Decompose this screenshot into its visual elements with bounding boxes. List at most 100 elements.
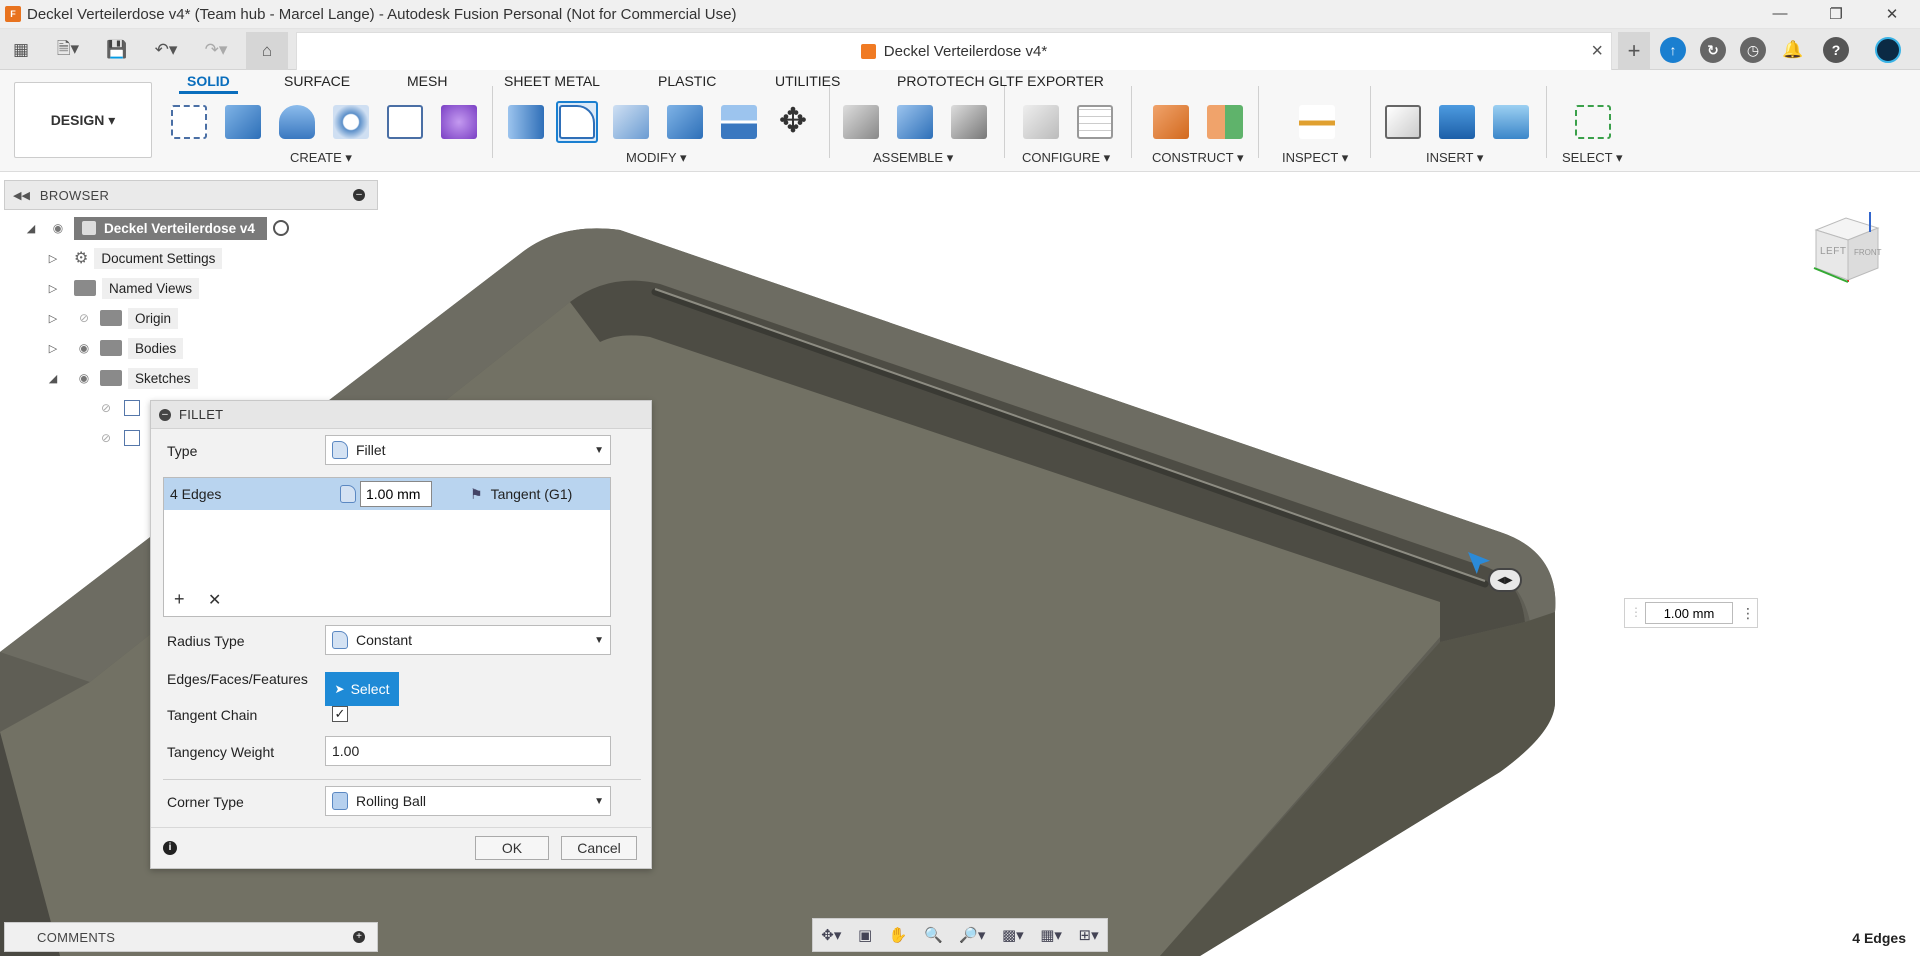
- redo-icon[interactable]: ↷▾: [196, 37, 236, 63]
- midplane-tool[interactable]: [1204, 101, 1246, 143]
- grid-menu-icon[interactable]: ▦: [10, 37, 32, 63]
- insert-canvas-tool[interactable]: [1490, 101, 1532, 143]
- canvas-radius-input[interactable]: [1645, 602, 1733, 624]
- hole-tool[interactable]: [330, 101, 372, 143]
- document-tab[interactable]: Deckel Verteilerdose v4* ×: [296, 32, 1612, 70]
- add-selection-set-icon[interactable]: +: [174, 589, 185, 610]
- group-configure-label[interactable]: CONFIGURE ▾: [1022, 150, 1110, 166]
- viewcube-front-face[interactable]: FRONT: [1854, 248, 1882, 257]
- expand-triangle-icon[interactable]: ▷: [46, 342, 60, 355]
- extrude-tool[interactable]: [222, 101, 264, 143]
- job-status-icon[interactable]: ◷: [1740, 37, 1766, 63]
- shell-tool[interactable]: [610, 101, 652, 143]
- corner-type-dropdown[interactable]: Rolling Ball ▼: [325, 786, 611, 816]
- edge-selection-row[interactable]: 4 Edges ⚑ Tangent (G1): [164, 478, 610, 510]
- viewports-icon[interactable]: ⊞▾: [1079, 926, 1099, 944]
- browser-panel-header[interactable]: ◀◀ BROWSER –: [4, 180, 378, 210]
- remove-selection-set-icon[interactable]: ✕: [208, 590, 221, 610]
- visibility-eye-icon[interactable]: ◉: [74, 371, 94, 385]
- group-inspect-label[interactable]: INSPECT ▾: [1282, 150, 1348, 166]
- expand-triangle-icon[interactable]: ▷: [46, 252, 60, 265]
- hidden-eye-icon[interactable]: ⊘: [74, 311, 94, 325]
- visibility-eye-icon[interactable]: ◉: [74, 341, 94, 355]
- pattern-tool[interactable]: [384, 101, 426, 143]
- tree-sketch-row[interactable]: ⊘: [96, 396, 140, 420]
- fit-zoom-icon[interactable]: 🔎▾: [959, 926, 985, 944]
- group-insert-label[interactable]: INSERT ▾: [1426, 150, 1483, 166]
- fillet-dialog-header[interactable]: – FILLET: [151, 401, 651, 429]
- continuity-value[interactable]: Tangent (G1): [491, 486, 573, 502]
- help-icon[interactable]: ?: [1823, 37, 1849, 63]
- expand-triangle-icon[interactable]: ▷: [46, 282, 60, 295]
- grid-settings-icon[interactable]: ▦▾: [1040, 926, 1062, 944]
- close-window-icon[interactable]: ✕: [1864, 5, 1920, 23]
- zoom-icon[interactable]: 🔍: [924, 926, 943, 944]
- joint-tool[interactable]: [894, 101, 936, 143]
- browser-minimize-icon[interactable]: –: [353, 189, 365, 201]
- tab-prototech-gltf-exporter[interactable]: PROTOTECH GLTF EXPORTER: [897, 73, 1104, 89]
- orbit-icon[interactable]: ✥▾: [821, 926, 841, 944]
- tree-sketch-row[interactable]: ⊘: [96, 426, 140, 450]
- home-icon[interactable]: ⌂: [246, 32, 288, 70]
- view-cube[interactable]: LEFT FRONT: [1808, 210, 1884, 290]
- minimize-icon[interactable]: —: [1752, 5, 1808, 23]
- user-avatar[interactable]: [1875, 37, 1901, 63]
- expand-triangle-icon[interactable]: ▷: [46, 312, 60, 325]
- workspace-switcher-button[interactable]: DESIGN ▾: [14, 82, 152, 158]
- tree-item-bodies[interactable]: ▷ ◉ Bodies: [46, 336, 184, 360]
- insert-mcmaster-tool[interactable]: [1436, 101, 1478, 143]
- tab-sheet-metal[interactable]: SHEET METAL: [504, 73, 600, 89]
- notifications-bell-icon[interactable]: 🔔: [1780, 37, 1806, 63]
- data-panel-icon[interactable]: ↑: [1660, 37, 1686, 63]
- offset-plane-tool[interactable]: [1150, 101, 1192, 143]
- tab-utilities[interactable]: UTILITIES: [775, 73, 840, 89]
- tree-item-named-views[interactable]: ▷ Named Views: [46, 276, 200, 300]
- extensions-icon[interactable]: ↻: [1700, 37, 1726, 63]
- move-copy-tool[interactable]: ✥: [772, 101, 814, 143]
- group-create-label[interactable]: CREATE ▾: [290, 150, 352, 166]
- new-component-tool[interactable]: [840, 101, 882, 143]
- file-menu-icon[interactable]: 🗎▾: [48, 37, 88, 63]
- as-built-joint-tool[interactable]: [948, 101, 990, 143]
- combine-tool[interactable]: [664, 101, 706, 143]
- collapse-triangle-icon[interactable]: ◢: [24, 222, 38, 235]
- insert-derive-tool[interactable]: [1382, 101, 1424, 143]
- activate-radio-icon[interactable]: [272, 220, 289, 236]
- create-sketch-tool[interactable]: [168, 101, 210, 143]
- add-comment-icon[interactable]: +: [353, 931, 365, 943]
- group-construct-label[interactable]: CONSTRUCT ▾: [1152, 150, 1244, 166]
- tab-solid[interactable]: SOLID: [179, 73, 238, 94]
- viewcube-left-face[interactable]: LEFT: [1820, 246, 1846, 257]
- tree-item-origin[interactable]: ▷ ⊘ Origin: [46, 306, 179, 330]
- more-options-icon[interactable]: ⋮: [1741, 605, 1755, 622]
- measure-tool[interactable]: [1296, 101, 1338, 143]
- collapse-triangle-icon[interactable]: ◢: [46, 372, 60, 385]
- save-icon[interactable]: 💾: [106, 37, 128, 63]
- info-icon[interactable]: i: [163, 841, 177, 855]
- collapse-dialog-icon[interactable]: –: [159, 408, 171, 421]
- tangent-chain-checkbox[interactable]: ✓: [332, 706, 348, 722]
- comments-panel[interactable]: COMMENTS +: [4, 922, 378, 952]
- group-modify-label[interactable]: MODIFY ▾: [626, 150, 686, 166]
- close-tab-icon[interactable]: ×: [1591, 40, 1603, 63]
- revolve-tool[interactable]: [276, 101, 318, 143]
- manipulator-handle-icon[interactable]: ◀▶: [1488, 568, 1522, 592]
- drag-grip-icon[interactable]: ⋮: [1630, 605, 1642, 619]
- cancel-button[interactable]: Cancel: [561, 836, 637, 860]
- root-component-label[interactable]: Deckel Verteilerdose v4: [74, 216, 267, 240]
- configure-design-tool[interactable]: [1020, 101, 1062, 143]
- hidden-eye-icon[interactable]: ⊘: [96, 401, 116, 415]
- look-at-icon[interactable]: ▣: [858, 926, 872, 944]
- tab-surface[interactable]: SURFACE: [284, 73, 350, 89]
- radius-type-dropdown[interactable]: Constant ▼: [325, 625, 611, 655]
- tab-plastic[interactable]: PLASTIC: [658, 73, 716, 89]
- display-settings-icon[interactable]: ▩▾: [1002, 926, 1024, 944]
- configuration-table-tool[interactable]: [1074, 101, 1116, 143]
- tree-root[interactable]: ◢ ◉ Deckel Verteilerdose v4: [24, 216, 289, 240]
- restore-icon[interactable]: ❐: [1808, 5, 1864, 23]
- visibility-eye-icon[interactable]: ◉: [48, 221, 68, 235]
- tree-item-sketches[interactable]: ◢ ◉ Sketches: [46, 366, 198, 390]
- hidden-eye-icon[interactable]: ⊘: [96, 431, 116, 445]
- split-body-tool[interactable]: [718, 101, 760, 143]
- type-dropdown[interactable]: Fillet ▼: [325, 435, 611, 465]
